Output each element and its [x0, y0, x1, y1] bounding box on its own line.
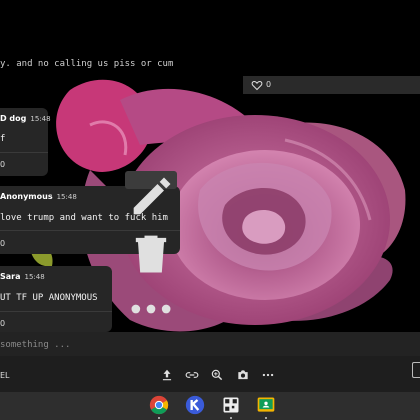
delete-icon[interactable]: [125, 227, 177, 279]
divider: [0, 311, 112, 312]
taskbar: [0, 392, 420, 420]
message-text: y. and no calling us piss or cum: [0, 59, 174, 69]
app-icon[interactable]: [221, 395, 241, 415]
camera-icon[interactable]: [236, 368, 250, 382]
message-time: 15:48: [56, 193, 77, 201]
active-indicator: [265, 417, 267, 419]
like-count: 0: [0, 239, 6, 248]
active-indicator: [230, 417, 232, 419]
composer: something ... EL: [0, 332, 420, 392]
message-time: 15:48: [30, 115, 51, 123]
more-icon[interactable]: [125, 283, 177, 335]
message-time: 15:48: [24, 273, 45, 281]
like-bar: 0: [243, 76, 420, 94]
input-placeholder: something ...: [0, 340, 71, 350]
active-indicator: [158, 417, 160, 419]
cancel-button[interactable]: EL: [0, 371, 10, 380]
like-count: 0: [0, 319, 6, 328]
message-input[interactable]: something ...: [0, 332, 420, 356]
message-card[interactable]: Sara 15:48 UT TF UP ANONYMOUS 0: [0, 266, 112, 332]
message-text: UT TF UP ANONYMOUS: [0, 293, 98, 303]
like-count: 0: [0, 160, 6, 169]
message-author: D dog 15:48: [0, 114, 51, 123]
message-text: f: [0, 134, 6, 144]
chrome-icon[interactable]: [149, 395, 169, 415]
more-icon[interactable]: [261, 368, 275, 382]
upload-icon[interactable]: [160, 368, 174, 382]
divider: [0, 152, 48, 153]
heart-icon[interactable]: [251, 79, 263, 91]
classroom-icon[interactable]: [256, 395, 276, 415]
message-card[interactable]: D dog 15:48 f 0: [0, 108, 51, 176]
scroll-handle[interactable]: [412, 362, 420, 378]
link-icon[interactable]: [185, 368, 199, 382]
message-author: Sara 15:48: [0, 272, 45, 281]
like-count: 0: [266, 80, 272, 89]
search-zoom-icon[interactable]: [210, 368, 224, 382]
message-author: Anonymous 15:48: [0, 192, 77, 201]
message-actions: [125, 171, 177, 314]
edit-icon[interactable]: [125, 171, 177, 223]
kahoot-icon[interactable]: [185, 395, 205, 415]
